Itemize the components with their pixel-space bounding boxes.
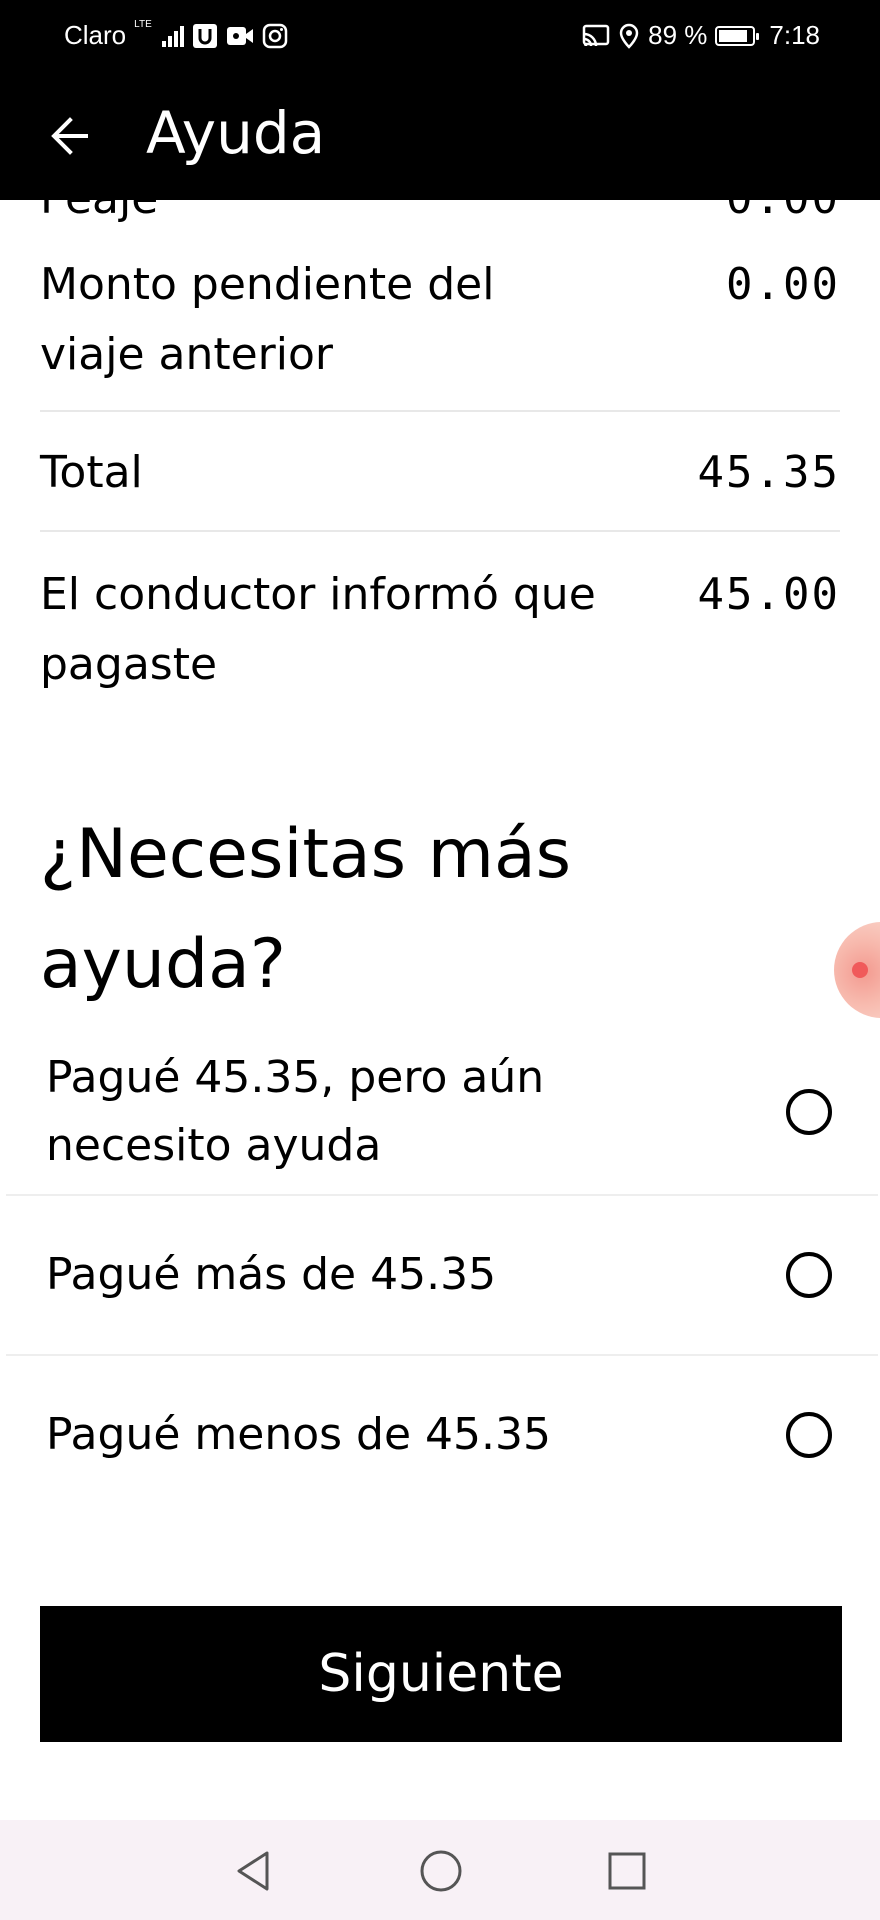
- recents-square-icon: [608, 1852, 646, 1890]
- battery-icon: [715, 25, 760, 46]
- location-pin-icon: [618, 23, 640, 49]
- option-label: Pagué más de 45.35: [46, 1249, 497, 1300]
- radio-button[interactable]: [786, 1089, 832, 1135]
- option-label: Pagué 45.35, pero aún necesito ayuda: [46, 1052, 545, 1171]
- fare-label: Peaje: [40, 200, 158, 234]
- back-button[interactable]: [40, 106, 100, 166]
- screen: Claro LTE 89 % 7:18 Ayuda Monto pendient…: [0, 0, 880, 1920]
- next-button[interactable]: Siguiente: [40, 1606, 842, 1742]
- touch-dot: [852, 962, 868, 978]
- network-type: LTE: [134, 19, 152, 30]
- fare-row-toll: Peaje 0.00: [40, 200, 840, 234]
- fare-row-pending: Monto pendiente del viaje anterior 0.00: [40, 250, 840, 390]
- back-triangle-icon: [237, 1851, 269, 1891]
- status-bar: Claro LTE 89 % 7:18: [0, 0, 880, 70]
- radio-button[interactable]: [786, 1252, 832, 1298]
- cast-icon: [582, 24, 610, 48]
- fare-value: 0.00: [726, 259, 840, 310]
- signal-icon: [161, 25, 184, 47]
- fare-value: 45.35: [697, 447, 840, 498]
- video-camera-icon: [226, 24, 254, 48]
- fare-label: Total: [40, 447, 143, 498]
- status-left: Claro LTE: [64, 20, 288, 51]
- clock: 7:18: [769, 20, 820, 50]
- battery-percent: 89 %: [648, 20, 708, 50]
- fare-label: El conductor informó que pagaste: [40, 569, 596, 690]
- radio-button[interactable]: [786, 1412, 832, 1458]
- status-right: 89 % 7:18: [582, 20, 820, 51]
- nav-back-button[interactable]: [228, 1846, 278, 1896]
- fare-value: 45.00: [697, 569, 840, 620]
- option-paid-more[interactable]: Pagué más de 45.35: [0, 1196, 880, 1354]
- instagram-icon: [262, 23, 288, 49]
- help-options: Pagué 45.35, pero aún necesito ayuda Pag…: [0, 1030, 880, 1514]
- nav-home-button[interactable]: [416, 1846, 466, 1896]
- touch-indicator: [834, 922, 880, 1018]
- nav-recents-button[interactable]: [602, 1846, 652, 1896]
- app-bar: Ayuda: [0, 70, 880, 200]
- option-paid-less[interactable]: Pagué menos de 45.35: [0, 1356, 880, 1514]
- battery-fill: [719, 29, 748, 42]
- help-content[interactable]: Peaje 0.00 Monto pendiente del viaje ant…: [0, 200, 880, 1820]
- divider: [40, 530, 840, 532]
- option-label: Pagué menos de 45.35: [46, 1409, 551, 1460]
- fare-value: 0.00: [726, 200, 840, 234]
- option-paid-exact[interactable]: Pagué 45.35, pero aún necesito ayuda: [0, 1030, 880, 1194]
- home-circle-icon: [420, 1850, 462, 1892]
- divider: [40, 410, 840, 412]
- uber-app-icon: [192, 23, 218, 49]
- navigation-bar: [0, 1820, 880, 1920]
- fare-row-driver-reported: El conductor informó que pagaste 45.00: [40, 560, 840, 700]
- page-title: Ayuda: [146, 99, 326, 167]
- help-heading: ¿Necesitas más ayuda?: [40, 815, 572, 1004]
- fare-label: Monto pendiente del viaje anterior: [40, 259, 495, 380]
- arrow-left-icon: [51, 117, 88, 155]
- carrier-name: Claro: [64, 20, 127, 50]
- fare-row-total: Total 45.35: [40, 438, 840, 508]
